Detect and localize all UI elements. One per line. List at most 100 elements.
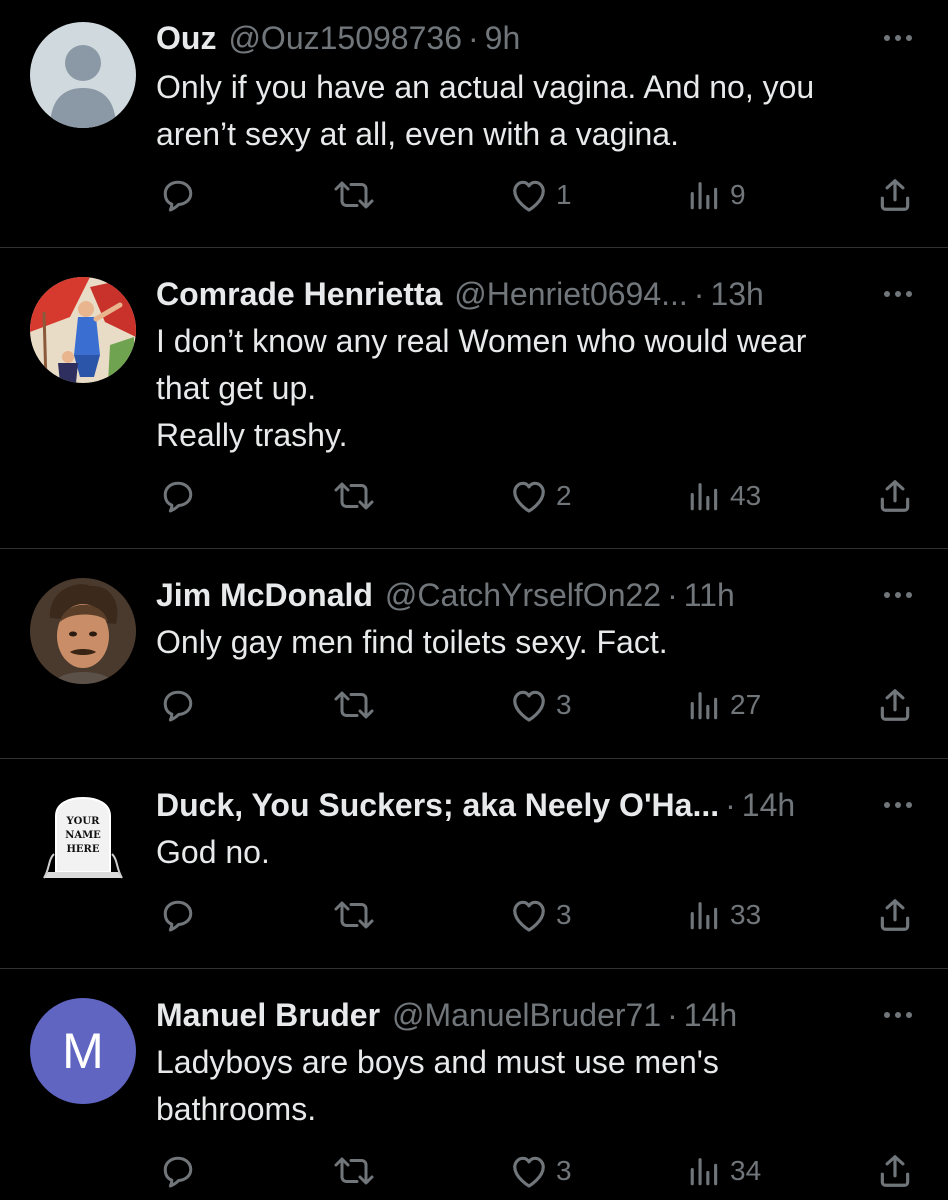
reply-button[interactable] xyxy=(160,474,196,518)
reply-icon xyxy=(163,1156,193,1188)
more-button[interactable] xyxy=(882,26,914,50)
like-button[interactable]: 3 xyxy=(510,893,572,937)
like-button[interactable]: 3 xyxy=(510,683,572,727)
views-count: 33 xyxy=(730,899,762,930)
author-handle[interactable]: @Henriet0694... xyxy=(454,274,688,314)
reply-icon xyxy=(163,690,193,722)
avatar[interactable] xyxy=(30,578,136,684)
share-icon xyxy=(880,179,910,211)
share-button[interactable] xyxy=(876,474,914,518)
tweet-text-line: I don’t know any real Women who would we… xyxy=(156,323,807,359)
more-icon xyxy=(884,35,912,41)
timestamp[interactable]: 11h xyxy=(684,575,735,615)
views-count: 9 xyxy=(730,179,746,210)
like-count: 1 xyxy=(556,179,572,210)
share-button[interactable] xyxy=(876,893,914,937)
more-icon xyxy=(884,802,912,808)
tweet-header: Comrade Henrietta @Henriet0694... · 13h xyxy=(156,274,878,314)
retweet-button[interactable] xyxy=(333,893,375,937)
timestamp[interactable]: 9h xyxy=(485,18,521,58)
avatar[interactable]: M xyxy=(30,998,136,1104)
share-icon xyxy=(880,480,910,512)
share-button[interactable] xyxy=(876,173,914,217)
separator-dot: · xyxy=(693,276,705,312)
tweet-text: Only gay men find toilets sexy. Fact. xyxy=(156,619,916,666)
reply-icon xyxy=(163,180,193,212)
like-count: 3 xyxy=(556,689,572,720)
tweet-text-line: bathrooms. xyxy=(156,1091,317,1127)
more-button[interactable] xyxy=(882,1003,914,1027)
avatar[interactable] xyxy=(30,22,136,128)
avatar[interactable] xyxy=(30,277,136,383)
views-icon xyxy=(690,692,718,720)
retweet-icon xyxy=(334,1157,374,1185)
reply-icon xyxy=(163,900,193,932)
more-button[interactable] xyxy=(882,793,914,817)
tweet-text-line: Only gay men find toilets sexy. Fact. xyxy=(156,624,668,660)
reply-button[interactable] xyxy=(160,893,196,937)
reply-button[interactable] xyxy=(160,683,196,727)
more-icon xyxy=(884,1012,912,1018)
views-count: 27 xyxy=(730,689,762,720)
author-name[interactable]: Ouz xyxy=(156,18,216,58)
like-count: 3 xyxy=(556,899,572,930)
tweet-text-line: Really trashy. xyxy=(156,417,348,453)
tweet-text: Only if you have an actual vagina. And n… xyxy=(156,64,916,158)
reply-button[interactable] xyxy=(160,1149,196,1193)
timestamp[interactable]: 14h xyxy=(742,785,795,825)
tweet[interactable]: YOUR NAME HERE Duck, You Suckers; aka Ne… xyxy=(0,759,948,969)
retweet-button[interactable] xyxy=(333,173,375,217)
tweet[interactable]: M Manuel Bruder @ManuelBruder71 · 14h La… xyxy=(0,969,948,1200)
share-button[interactable] xyxy=(876,1149,914,1193)
retweet-icon xyxy=(334,482,374,510)
action-bar: 2 43 xyxy=(0,474,948,518)
like-icon xyxy=(513,1156,545,1188)
tweet-text-line: aren’t sexy at all, even with a vagina. xyxy=(156,116,679,152)
more-button[interactable] xyxy=(882,583,914,607)
reply-button[interactable] xyxy=(160,173,196,217)
like-count: 3 xyxy=(556,1155,572,1186)
tweet-text: God no. xyxy=(156,829,916,876)
like-icon xyxy=(513,481,545,513)
more-icon xyxy=(884,592,912,598)
share-button[interactable] xyxy=(876,683,914,727)
retweet-button[interactable] xyxy=(333,1149,375,1193)
reply-icon xyxy=(163,481,193,513)
like-button[interactable]: 2 xyxy=(510,474,572,518)
tweet[interactable]: Ouz @Ouz15098736 · 9h Only if you have a… xyxy=(0,0,948,248)
retweet-button[interactable] xyxy=(333,683,375,727)
author-handle[interactable]: @ManuelBruder71 xyxy=(392,995,661,1035)
views-icon xyxy=(690,1158,718,1186)
timestamp[interactable]: 13h xyxy=(710,274,763,314)
timestamp[interactable]: 14h xyxy=(684,995,737,1035)
author-handle[interactable]: @Ouz15098736 xyxy=(228,18,462,58)
views-button[interactable]: 34 xyxy=(688,1149,761,1193)
retweet-button[interactable] xyxy=(333,474,375,518)
author-name[interactable]: Duck, You Suckers; aka Neely O'Ha... xyxy=(156,785,719,825)
like-button[interactable]: 1 xyxy=(510,173,572,217)
photo-avatar-icon xyxy=(30,578,136,684)
action-bar: 3 34 xyxy=(0,1149,948,1193)
separator-dot: · xyxy=(667,997,678,1033)
poster-art-avatar-icon xyxy=(30,277,136,383)
share-icon xyxy=(880,689,910,721)
retweet-icon xyxy=(334,691,374,719)
author-name[interactable]: Jim McDonald xyxy=(156,575,373,615)
action-bar: 1 9 xyxy=(0,173,948,217)
tombstone-icon: YOUR NAME HERE xyxy=(30,788,136,894)
author-handle[interactable]: @CatchYrselfOn22 xyxy=(385,575,661,615)
author-name[interactable]: Comrade Henrietta xyxy=(156,274,442,314)
views-icon xyxy=(690,182,718,210)
views-button[interactable]: 43 xyxy=(688,474,761,518)
views-button[interactable]: 9 xyxy=(688,173,746,217)
author-name[interactable]: Manuel Bruder xyxy=(156,995,380,1035)
views-button[interactable]: 33 xyxy=(688,893,761,937)
avatar[interactable]: YOUR NAME HERE xyxy=(30,788,136,894)
more-button[interactable] xyxy=(882,282,914,306)
tweet[interactable]: Jim McDonald @CatchYrselfOn22 · 11h Only… xyxy=(0,549,948,759)
views-button[interactable]: 27 xyxy=(688,683,761,727)
retweet-icon xyxy=(334,901,374,929)
views-icon xyxy=(690,483,718,511)
like-button[interactable]: 3 xyxy=(510,1149,572,1193)
tweet[interactable]: Comrade Henrietta @Henriet0694... · 13h … xyxy=(0,248,948,549)
